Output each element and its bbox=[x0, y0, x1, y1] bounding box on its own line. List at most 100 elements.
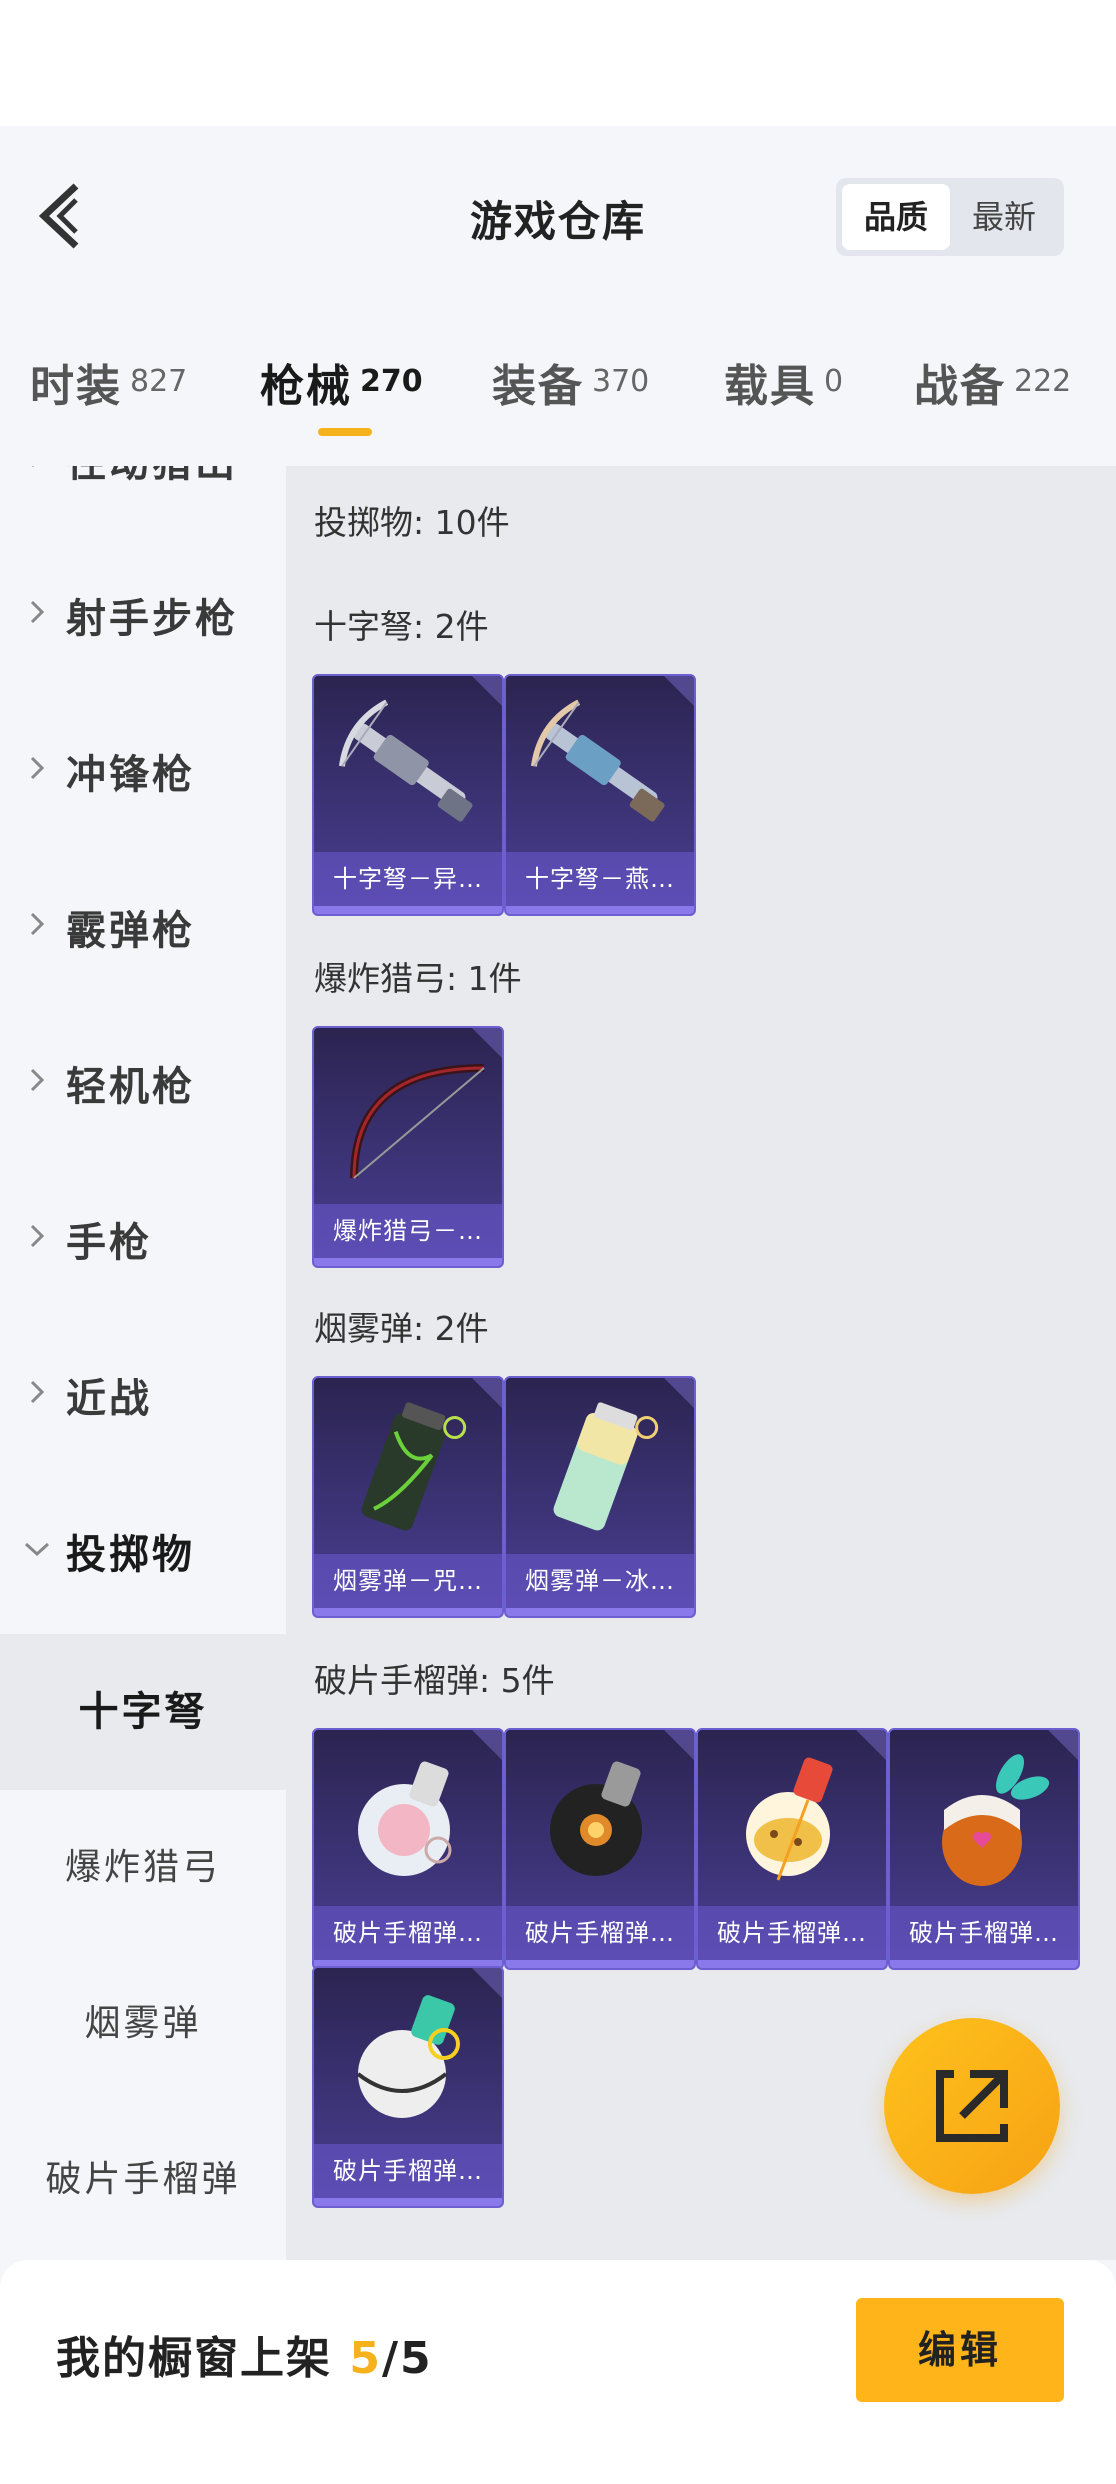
section-title: 爆炸猎弓: 1件 bbox=[314, 959, 522, 998]
rarity-bar bbox=[314, 1608, 502, 1616]
category-tabs: 时装 827 枪械 270 装备 370 载具 0 战备 222 bbox=[0, 330, 1116, 440]
sidebar-item-smg[interactable]: 冲锋枪 bbox=[0, 690, 286, 846]
chevron-right-icon bbox=[30, 756, 45, 780]
chevron-right-icon bbox=[30, 600, 45, 624]
rarity-bar bbox=[314, 1258, 502, 1266]
sidebar-sub-explosive-bow[interactable]: 爆炸猎弓 bbox=[0, 1790, 286, 1946]
tab-label: 载具 bbox=[724, 361, 816, 412]
item-card-label: 十字弩－异… bbox=[314, 852, 502, 906]
sidebar-item-lmg[interactable]: 轻机枪 bbox=[0, 1002, 286, 1158]
item-card-label: 烟雾弹－冰… bbox=[506, 1554, 694, 1608]
card-corner-decoration bbox=[472, 1028, 502, 1058]
card-corner-decoration bbox=[664, 1730, 694, 1760]
card-corner-decoration bbox=[664, 676, 694, 706]
section-title: 烟雾弹: 2件 bbox=[314, 1309, 489, 1348]
sort-newest-option[interactable]: 最新 bbox=[950, 184, 1058, 250]
item-card-label: 烟雾弹－咒… bbox=[314, 1554, 502, 1608]
card-corner-decoration bbox=[1048, 1730, 1078, 1760]
rarity-bar bbox=[506, 1608, 694, 1616]
item-card[interactable]: 破片手榴弹… bbox=[696, 1728, 888, 1970]
chevron-right-icon bbox=[32, 466, 35, 468]
sidebar-item-pistol[interactable]: 手枪 bbox=[0, 1158, 286, 1314]
sidebar-item-label: 径动猎出 bbox=[66, 466, 238, 488]
item-card-label: 破片手榴弹… bbox=[698, 1906, 886, 1960]
showcase-footer: 我的橱窗上架 5/5 编辑 bbox=[0, 2260, 1116, 2484]
sidebar-item-shotgun[interactable]: 霰弹枪 bbox=[0, 846, 286, 1002]
sidebar-item-label: 射手步枪 bbox=[66, 596, 238, 642]
sidebar-item-melee[interactable]: 近战 bbox=[0, 1314, 286, 1470]
rarity-bar bbox=[698, 1960, 886, 1968]
item-card[interactable]: 破片手榴弹… bbox=[312, 1966, 504, 2208]
item-grid-panel: 投掷物: 10件 十字弩: 2件 十字弩－异… 十字弩－燕… 爆炸猎弓: 1件 … bbox=[286, 466, 1116, 2260]
section-title: 十字弩: 2件 bbox=[314, 607, 489, 646]
tab-fashion[interactable]: 时装 827 bbox=[30, 350, 187, 414]
showcase-total: /5 bbox=[381, 2333, 433, 2384]
item-card-label: 破片手榴弹… bbox=[506, 1906, 694, 1960]
sidebar-item-marksman-rifle[interactable]: 射手步枪 bbox=[0, 534, 286, 690]
tab-count: 0 bbox=[824, 364, 844, 399]
showcase-status: 我的橱窗上架 5/5 bbox=[56, 2322, 433, 2386]
tab-label: 战备 bbox=[914, 361, 1006, 412]
section-title: 破片手榴弹: 5件 bbox=[314, 1661, 555, 1700]
tab-equipment[interactable]: 装备 370 bbox=[492, 350, 649, 414]
rarity-bar bbox=[890, 1960, 1078, 1968]
tab-count: 370 bbox=[592, 364, 650, 399]
active-tab-indicator bbox=[318, 428, 372, 436]
tab-label: 装备 bbox=[492, 361, 584, 412]
sidebar-sub-crossbow[interactable]: 十字弩 bbox=[0, 1634, 286, 1790]
sidebar-sub-smoke-grenade[interactable]: 烟雾弹 bbox=[0, 1946, 286, 2102]
edit-button[interactable]: 编辑 bbox=[856, 2298, 1064, 2402]
item-card[interactable]: 破片手榴弹… bbox=[504, 1728, 696, 1970]
tab-vehicles[interactable]: 载具 0 bbox=[724, 350, 843, 414]
card-corner-decoration bbox=[664, 1378, 694, 1408]
share-button[interactable] bbox=[884, 2018, 1060, 2194]
share-external-icon bbox=[936, 2070, 1008, 2142]
item-card[interactable]: 烟雾弹－冰… bbox=[504, 1376, 696, 1618]
card-corner-decoration bbox=[472, 1968, 502, 1998]
chevron-right-icon bbox=[30, 1224, 45, 1248]
item-card-label: 爆炸猎弓－… bbox=[314, 1204, 502, 1258]
item-card-label: 破片手榴弹… bbox=[314, 2144, 502, 2198]
item-card[interactable]: 十字弩－燕… bbox=[504, 674, 696, 916]
sidebar-item-label: 投掷物 bbox=[66, 1532, 195, 1578]
item-card[interactable]: 爆炸猎弓－… bbox=[312, 1026, 504, 1268]
rarity-bar bbox=[506, 1960, 694, 1968]
card-corner-decoration bbox=[472, 1378, 502, 1408]
tab-count: 222 bbox=[1014, 364, 1072, 399]
sidebar-item-label: 近战 bbox=[66, 1376, 152, 1422]
sidebar: 径动猎出 射手步枪 冲锋枪 霰弹枪 轻机枪 手枪 近战 投掷物 十字弩 爆炸猎弓… bbox=[0, 466, 286, 2260]
tab-firearms[interactable]: 枪械 270 bbox=[260, 350, 423, 414]
card-corner-decoration bbox=[856, 1730, 886, 1760]
item-card-label: 十字弩－燕… bbox=[506, 852, 694, 906]
rarity-bar bbox=[314, 906, 502, 914]
item-card[interactable]: 破片手榴弹… bbox=[312, 1728, 504, 1970]
showcase-current: 5 bbox=[349, 2333, 382, 2384]
sidebar-item-partial[interactable]: 径动猎出 bbox=[0, 466, 286, 534]
card-corner-decoration bbox=[472, 1730, 502, 1760]
item-card[interactable]: 烟雾弹－咒… bbox=[312, 1376, 504, 1618]
sidebar-item-label: 冲锋枪 bbox=[66, 752, 195, 798]
sidebar-item-label: 手枪 bbox=[66, 1220, 152, 1266]
chevron-right-icon bbox=[30, 912, 45, 936]
chevron-right-icon bbox=[30, 1380, 45, 1404]
sort-quality-option[interactable]: 品质 bbox=[842, 184, 950, 250]
chevron-right-icon bbox=[30, 1068, 45, 1092]
item-card[interactable]: 十字弩－异… bbox=[312, 674, 504, 916]
tab-label: 时装 bbox=[30, 361, 122, 412]
card-corner-decoration bbox=[472, 676, 502, 706]
item-card-label: 破片手榴弹… bbox=[314, 1906, 502, 1960]
sidebar-sub-frag-grenade[interactable]: 破片手榴弹 bbox=[0, 2102, 286, 2258]
sidebar-item-label: 霰弹枪 bbox=[66, 908, 195, 954]
status-bar bbox=[0, 0, 1116, 126]
item-card[interactable]: 破片手榴弹… bbox=[888, 1728, 1080, 1970]
sidebar-item-label: 轻机枪 bbox=[66, 1064, 195, 1110]
sidebar-item-throwables[interactable]: 投掷物 bbox=[0, 1470, 286, 1626]
tab-supplies[interactable]: 战备 222 bbox=[914, 350, 1071, 414]
chevron-down-icon bbox=[24, 1542, 50, 1557]
tab-count: 270 bbox=[360, 364, 423, 399]
tab-label: 枪械 bbox=[260, 361, 352, 412]
tab-count: 827 bbox=[130, 364, 188, 399]
sort-toggle[interactable]: 品质 最新 bbox=[836, 178, 1064, 256]
rarity-bar bbox=[314, 2198, 502, 2206]
category-summary: 投掷物: 10件 bbox=[314, 503, 510, 542]
